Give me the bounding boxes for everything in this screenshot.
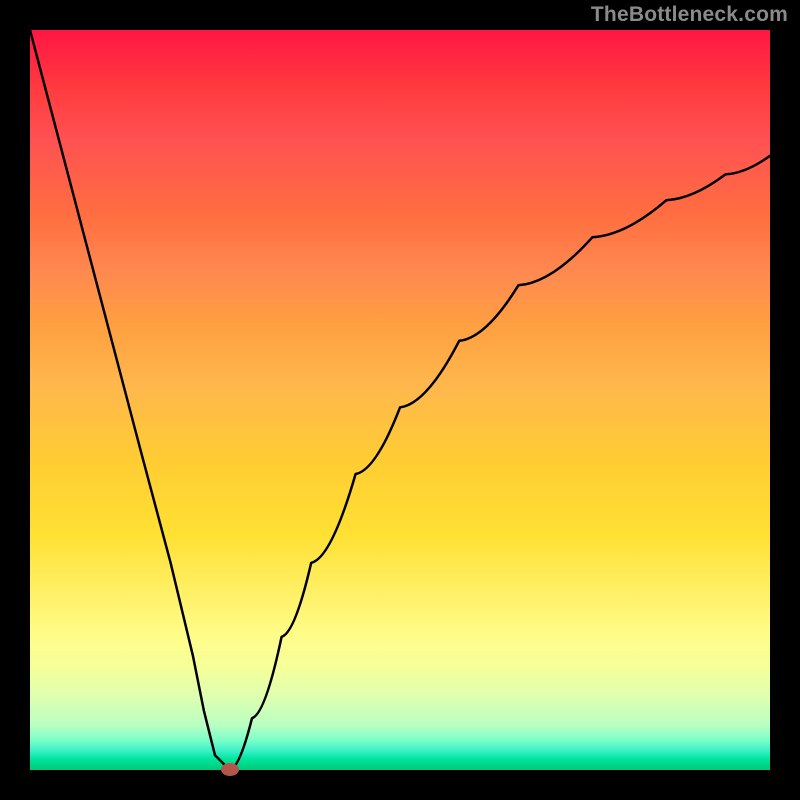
plot-area bbox=[30, 30, 770, 770]
min-point-marker bbox=[221, 763, 239, 776]
watermark-label: TheBottleneck.com bbox=[591, 3, 788, 27]
chart-container: TheBottleneck.com bbox=[0, 0, 800, 800]
bottleneck-curve bbox=[30, 30, 770, 770]
